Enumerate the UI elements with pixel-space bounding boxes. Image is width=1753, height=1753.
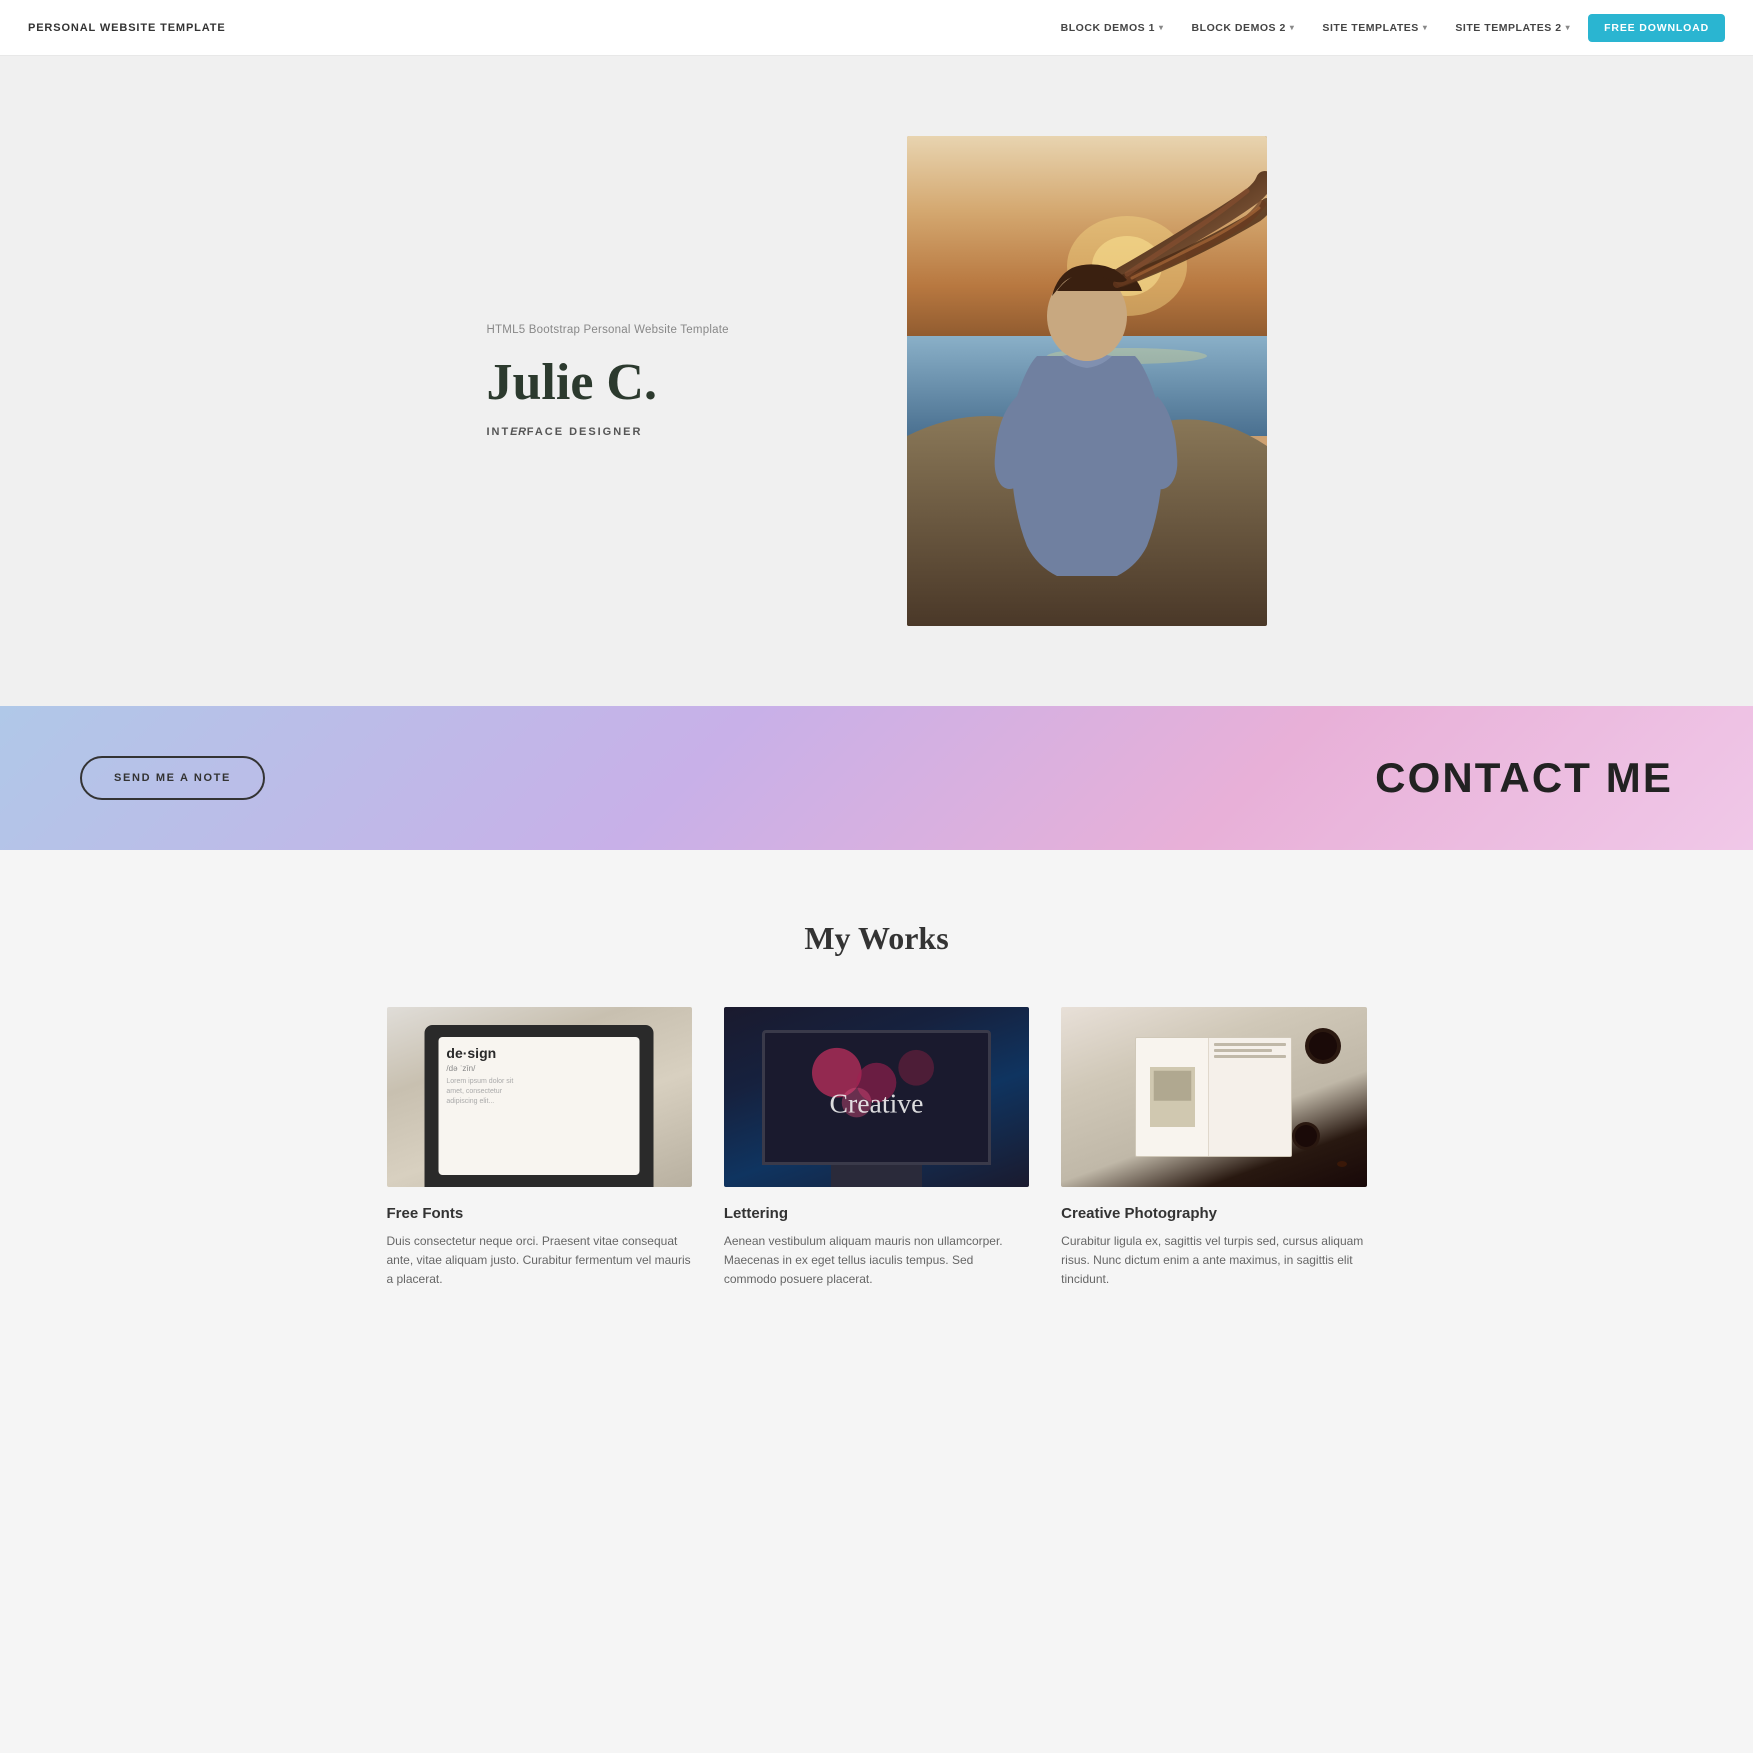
nav-block-demos-1[interactable]: BLOCK DEMOS 1 ▾ <box>1051 16 1174 40</box>
coffee-mockup <box>1061 1007 1366 1187</box>
coffee-cup-small <box>1295 1125 1317 1147</box>
work-title-free-fonts: Free Fonts <box>387 1205 692 1222</box>
work-title-lettering: Lettering <box>724 1205 1029 1222</box>
work-desc-free-fonts: Duis consectetur neque orci. Praesent vi… <box>387 1232 692 1290</box>
work-card-free-fonts: de·sign /də ˈzīn/ Lorem ipsum dolor sita… <box>387 1007 692 1290</box>
works-grid: de·sign /də ˈzīn/ Lorem ipsum dolor sita… <box>387 1007 1367 1290</box>
hero-name: Julie C. <box>487 354 847 411</box>
hero-content: HTML5 Bootstrap Personal Website Templat… <box>487 324 907 437</box>
chevron-down-icon: ▾ <box>1423 23 1428 32</box>
coffee-beans <box>1337 1161 1347 1167</box>
works-section-title: My Works <box>80 920 1673 957</box>
hero-illustration <box>907 136 1267 626</box>
work-image-free-fonts: de·sign /də ˈzīn/ Lorem ipsum dolor sita… <box>387 1007 692 1187</box>
contact-title: CONTACT ME <box>1375 754 1673 802</box>
work-image-lettering: Creative <box>724 1007 1029 1187</box>
monitor-stand <box>831 1165 923 1187</box>
hero-subtitle: HTML5 Bootstrap Personal Website Templat… <box>487 324 847 336</box>
nav-site-templates-2[interactable]: SITE TEMPLATES 2 ▾ <box>1445 16 1580 40</box>
free-download-button[interactable]: FREE DOWNLOAD <box>1588 14 1725 42</box>
contact-band: SEND ME A NOTE CONTACT ME <box>0 706 1753 850</box>
hero-section: HTML5 Bootstrap Personal Website Templat… <box>0 56 1753 706</box>
send-note-button[interactable]: SEND ME A NOTE <box>80 756 265 800</box>
monitor-mockup: Creative <box>724 1007 1029 1187</box>
lettering-illustration: Creative <box>765 1033 988 1162</box>
work-card-photography: Creative Photography Curabitur ligula ex… <box>1061 1007 1366 1290</box>
hero-image <box>907 136 1267 626</box>
book-image <box>1150 1067 1195 1127</box>
hero-photo <box>907 136 1267 626</box>
monitor-screen: Creative <box>762 1030 991 1165</box>
coffee-cup-large <box>1309 1032 1337 1060</box>
book-element <box>1135 1037 1292 1157</box>
tablet-screen: de·sign /də ˈzīn/ Lorem ipsum dolor sita… <box>438 1037 640 1175</box>
chevron-down-icon: ▾ <box>1566 23 1571 32</box>
chevron-down-icon: ▾ <box>1159 23 1164 32</box>
nav-site-templates[interactable]: SITE TEMPLATES ▾ <box>1312 16 1437 40</box>
work-title-photography: Creative Photography <box>1061 1205 1366 1222</box>
chevron-down-icon: ▾ <box>1290 23 1295 32</box>
svg-text:Creative: Creative <box>829 1089 923 1120</box>
work-desc-photography: Curabitur ligula ex, sagittis vel turpis… <box>1061 1232 1366 1290</box>
hero-role: INTERFACE DESIGNER <box>487 426 847 438</box>
book-page-right <box>1209 1038 1291 1156</box>
nav-links: BLOCK DEMOS 1 ▾ BLOCK DEMOS 2 ▾ SITE TEM… <box>1051 14 1725 42</box>
nav-brand: PERSONAL WEBSITE TEMPLATE <box>28 22 226 34</box>
work-card-lettering: Creative Lettering Aenean vestibulum ali… <box>724 1007 1029 1290</box>
works-section: My Works de·sign /də ˈzīn/ Lorem ipsum d… <box>0 850 1753 1370</box>
nav-block-demos-2[interactable]: BLOCK DEMOS 2 ▾ <box>1182 16 1305 40</box>
tablet-text-design: de·sign <box>446 1045 632 1061</box>
book-page-left <box>1136 1038 1209 1156</box>
navbar: PERSONAL WEBSITE TEMPLATE BLOCK DEMOS 1 … <box>0 0 1753 56</box>
work-desc-lettering: Aenean vestibulum aliquam mauris non ull… <box>724 1232 1029 1290</box>
tablet-mockup: de·sign /də ˈzīn/ Lorem ipsum dolor sita… <box>425 1025 654 1187</box>
work-image-photography <box>1061 1007 1366 1187</box>
